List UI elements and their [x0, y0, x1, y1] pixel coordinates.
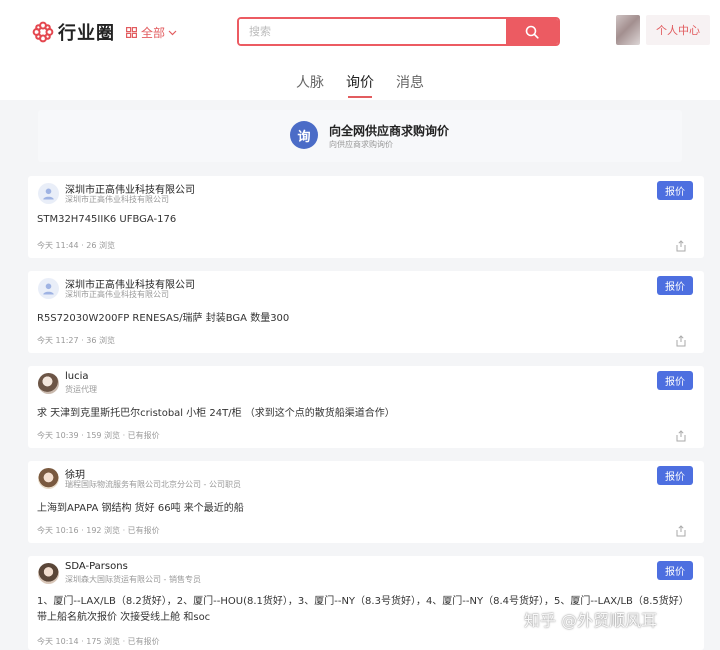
inquiry-content[interactable]: R5S72030W200FP RENESAS/瑞萨 封装BGA 数量300 [37, 309, 289, 324]
inquiry-content[interactable]: 上海到APAPA 钢结构 货好 66吨 来个最近的船 [37, 499, 244, 514]
share-icon[interactable] [675, 430, 687, 442]
quote-button[interactable]: 报价 [657, 561, 693, 580]
inquiry-meta: 今天 10:16 · 192 浏览 · 已有报价 [37, 526, 160, 535]
inquiry-card: SDA-Parsons 深圳森大国际货运有限公司 - 销售专员 报价 1、厦门-… [28, 556, 704, 650]
inquiry-card: 深圳市正高伟业科技有限公司 深圳市正高伟业科技有限公司 报价 R5S72030W… [28, 271, 704, 353]
poster-company: 瑞程国际物流服务有限公司北京分公司 - 公司职员 [65, 480, 241, 489]
tab-contacts[interactable]: 人脉 [296, 72, 324, 98]
poster-company: 货运代理 [65, 385, 97, 394]
inquiry-meta: 今天 10:14 · 175 浏览 · 已有报价 [37, 637, 160, 646]
banner-title: 向全网供应商求购询价 [329, 124, 450, 138]
banner-subtitle: 向供应商求购询价 [329, 140, 393, 149]
default-user-icon [43, 283, 54, 295]
avatar[interactable] [38, 563, 59, 584]
share-icon[interactable] [675, 240, 687, 252]
logo[interactable]: 行业圈 [32, 19, 115, 45]
search-input[interactable] [239, 19, 506, 44]
inquiry-content[interactable]: 1、厦门--LAX/LB（8.2货好），2、厦门--HOU(8.1货好），3、厦… [37, 594, 697, 626]
search-icon [525, 25, 539, 39]
quote-button[interactable]: 报价 [657, 466, 693, 485]
quote-button[interactable]: 报价 [657, 371, 693, 390]
quote-button[interactable]: 报价 [657, 181, 693, 200]
inquiry-content[interactable]: 求 天津到克里斯托巴尔cristobal 小柜 24T/柜 （求到这个点的散货船… [37, 404, 395, 419]
inquiry-meta: 今天 11:44 · 26 浏览 [37, 241, 115, 250]
search-bar [237, 17, 560, 46]
top-header: 行业圈 全部 个人中心 人脉 询价 消息 [0, 0, 720, 100]
category-label: 全部 [141, 26, 166, 40]
avatar[interactable] [38, 468, 59, 489]
inquiry-card: lucia 货运代理 报价 求 天津到克里斯托巴尔cristobal 小柜 24… [28, 366, 704, 448]
category-selector[interactable]: 全部 [126, 24, 181, 41]
share-icon[interactable] [675, 335, 687, 347]
share-icon[interactable] [675, 525, 687, 537]
poster-company: 深圳市正高伟业科技有限公司 [65, 290, 169, 299]
inquiry-card: 徐玥 瑞程国际物流服务有限公司北京分公司 - 公司职员 报价 上海到APAPA … [28, 461, 704, 543]
inquiry-content[interactable]: STM32H745IIK6 UFBGA-176 [37, 214, 176, 225]
user-area: 个人中心 [616, 15, 710, 45]
poster-name[interactable]: lucia [65, 371, 89, 382]
inquiry-card: 深圳市正高伟业科技有限公司 深圳市正高伟业科技有限公司 报价 STM32H745… [28, 176, 704, 258]
inquiry-meta: 今天 10:39 · 159 浏览 · 已有报价 [37, 431, 160, 440]
logo-text: 行业圈 [58, 23, 115, 44]
inquiry-icon: 询 [290, 121, 318, 149]
avatar[interactable] [38, 183, 59, 204]
user-center-button[interactable]: 个人中心 [646, 15, 710, 45]
avatar[interactable] [38, 373, 59, 394]
chevron-down-icon [168, 30, 177, 35]
user-avatar[interactable] [616, 15, 640, 45]
inquiry-banner[interactable]: 询 向全网供应商求购询价 向供应商求购询价 [38, 110, 682, 162]
logo-icon [32, 21, 54, 43]
poster-company: 深圳森大国际货运有限公司 - 销售专员 [65, 575, 201, 584]
search-button[interactable] [506, 19, 558, 44]
quote-button[interactable]: 报价 [657, 276, 693, 295]
avatar[interactable] [38, 278, 59, 299]
poster-name[interactable]: SDA-Parsons [65, 561, 128, 572]
tab-inquiry[interactable]: 询价 [346, 72, 374, 98]
tab-messages[interactable]: 消息 [396, 72, 424, 98]
inquiry-meta: 今天 11:27 · 36 浏览 [37, 336, 115, 345]
main-tabs: 人脉 询价 消息 [0, 72, 720, 98]
grid-icon [126, 27, 137, 38]
poster-company: 深圳市正高伟业科技有限公司 [65, 195, 169, 204]
default-user-icon [43, 188, 54, 200]
